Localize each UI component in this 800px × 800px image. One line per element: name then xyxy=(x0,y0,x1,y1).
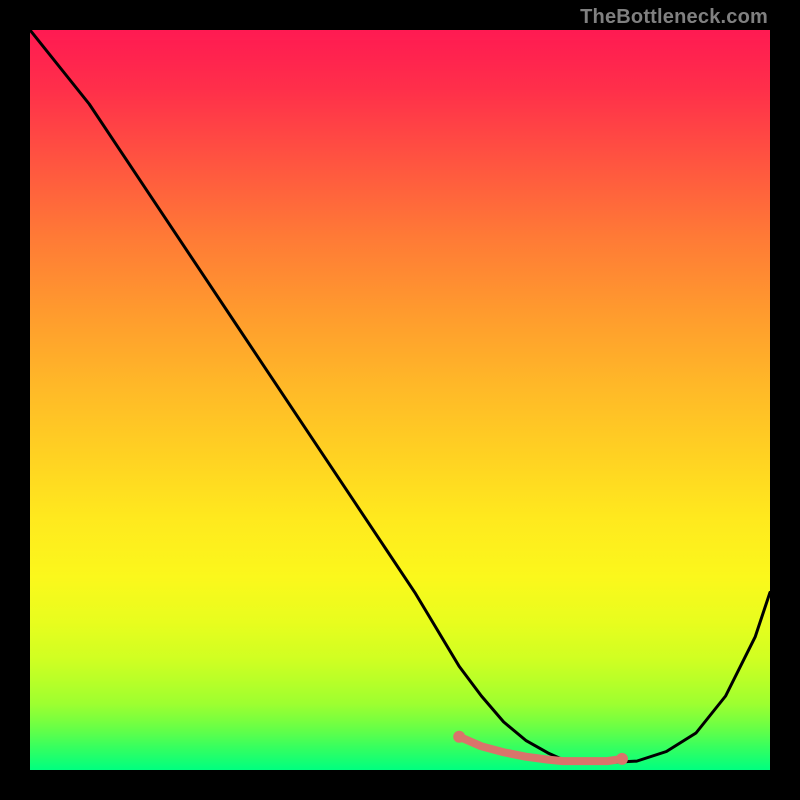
curve-svg xyxy=(30,30,770,770)
highlight-marker xyxy=(453,731,465,743)
plot-area xyxy=(30,30,770,770)
watermark-text: TheBottleneck.com xyxy=(580,6,768,29)
chart-container: TheBottleneck.com xyxy=(0,0,800,800)
bottleneck-curve xyxy=(30,30,770,763)
highlight-marker xyxy=(616,753,628,765)
